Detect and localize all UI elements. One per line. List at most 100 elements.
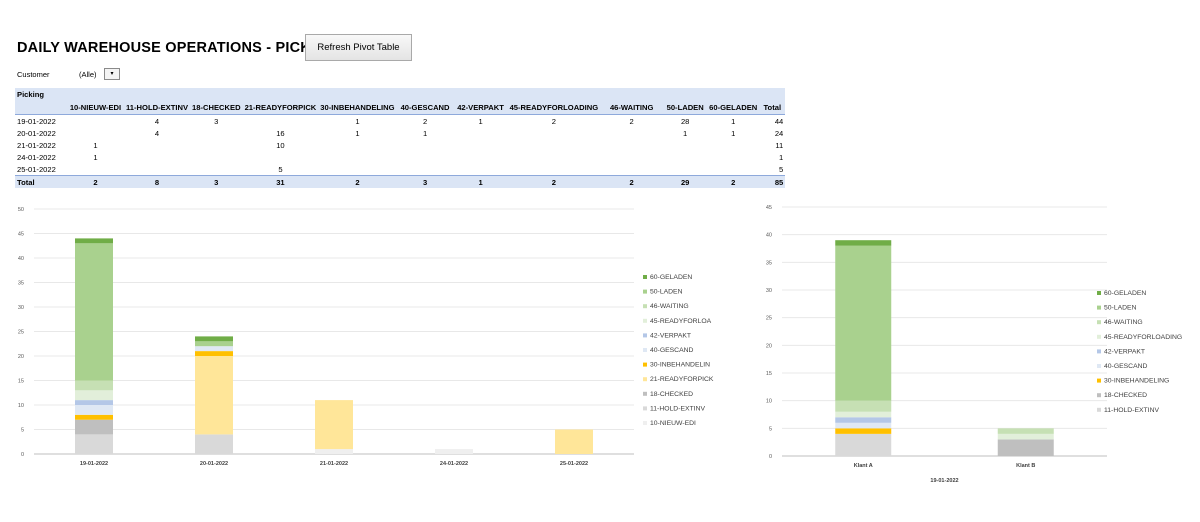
bar-segment	[835, 417, 892, 423]
y-tick-label: 30	[766, 288, 772, 294]
y-tick-label: 35	[18, 281, 24, 287]
y-tick-label: 25	[766, 316, 772, 322]
pivot-cell	[600, 139, 663, 151]
pivot-cell	[67, 127, 124, 139]
bar-segment	[835, 433, 892, 456]
x-tick-label: 19-01-2022	[80, 461, 108, 467]
pivot-cell	[454, 163, 508, 176]
legend-label: 10-NIEUW-EDI	[650, 420, 696, 427]
bar-segment	[835, 240, 892, 246]
legend-label: 46-WAITING	[1104, 319, 1143, 326]
legend-label: 45-READYFORLOA	[650, 318, 712, 325]
bar-segment	[75, 390, 113, 401]
pivot-cell	[454, 139, 508, 151]
pivot-col-header: Total	[759, 101, 786, 115]
pivot-row: 19-01-2022 4 3 1 2 1 2 2 28 1 44	[15, 115, 785, 128]
pivot-row-label: 21-01-2022	[17, 140, 56, 150]
y-tick-label: 30	[18, 305, 24, 311]
refresh-pivot-button[interactable]: Refresh Pivot Table	[305, 34, 412, 61]
y-tick-label: 10	[18, 403, 24, 409]
pivot-cell	[124, 139, 190, 151]
y-tick-label: 15	[18, 379, 24, 385]
pivot-cell	[190, 163, 243, 176]
pivot-cell	[454, 151, 508, 163]
legend-swatch	[643, 333, 647, 338]
pivot-cell: 4	[154, 116, 160, 126]
bar-segment	[75, 400, 113, 405]
pivot-cell	[600, 163, 663, 176]
pivot-cell	[397, 139, 454, 151]
pivot-cell: 2	[600, 175, 664, 188]
pivot-cell	[707, 151, 759, 163]
pivot-cell: 8	[124, 175, 191, 188]
bar-segment	[835, 400, 892, 412]
chevron-down-icon[interactable]: ▾	[104, 68, 120, 80]
bar-segment	[835, 428, 892, 434]
legend-label: 45-READYFORLOADING	[1104, 334, 1182, 341]
page-title: DAILY WAREHOUSE OPERATIONS - PICKING	[17, 40, 338, 56]
pivot-cell: 1	[93, 152, 98, 162]
bar-segment	[195, 356, 233, 435]
x-tick-label: 25-01-2022	[560, 461, 588, 467]
legend-label: 11-HOLD-EXTINV	[1104, 407, 1159, 414]
bar-segment	[195, 336, 233, 342]
x-tick-label: 21-01-2022	[320, 461, 348, 467]
bar-segment	[75, 238, 113, 244]
pivot-cell: 2	[629, 116, 634, 126]
legend-label: 30-INBEHANDELING	[1104, 378, 1169, 385]
pivot-total-row: Total 2 8 3 31 2 3 1 2 2 29 2 85	[15, 175, 786, 188]
y-tick-label: 40	[766, 233, 772, 239]
pivot-cell: 3	[396, 175, 454, 188]
bar-segment	[315, 449, 353, 454]
y-tick-label: 45	[766, 205, 772, 211]
pivot-cell: 85	[759, 175, 786, 188]
pivot-cell	[508, 139, 601, 151]
y-tick-label: 10	[766, 399, 772, 405]
pivot-cell	[397, 163, 454, 176]
pivot-cell: 1	[355, 116, 360, 126]
y-tick-label: 50	[18, 207, 24, 213]
customer-filter-value[interactable]: (Alle)	[79, 70, 97, 79]
pivot-cell: 2	[318, 175, 397, 188]
pivot-cell: 10	[276, 140, 285, 150]
pivot-table: Picking 10-NIEUW-EDI 11-HOLD-EXTINV 18-CHE…	[15, 88, 786, 188]
pivot-row-label: 25-01-2022	[17, 164, 56, 174]
legend-swatch	[1097, 393, 1101, 398]
legend-swatch	[643, 318, 647, 323]
customer-filter-label: Customer	[17, 70, 50, 79]
y-tick-label: 0	[769, 454, 772, 460]
y-tick-label: 20	[18, 354, 24, 360]
legend-label: 11-HOLD-EXTINV	[650, 405, 705, 412]
bar-segment	[75, 419, 113, 435]
bar-segment	[195, 351, 233, 356]
pivot-col-header: 50-LADEN	[663, 101, 708, 115]
y-tick-label: 20	[766, 343, 772, 349]
pivot-col-header: 46-WAITING	[600, 101, 664, 115]
bar-segment	[195, 434, 233, 454]
pivot-cell: 1	[422, 128, 428, 138]
pivot-cell: 1	[93, 140, 98, 150]
legend-swatch	[643, 275, 647, 279]
legend-label: 18-CHECKED	[650, 391, 693, 398]
pivot-cell: 16	[276, 128, 285, 138]
pivot-cell	[318, 151, 396, 163]
legend-swatch	[643, 348, 647, 352]
pivot-cell	[663, 139, 707, 151]
pivot-row: 25-01-2022 5 5	[15, 163, 785, 176]
bar-segment	[835, 422, 892, 429]
legend-swatch	[643, 406, 647, 411]
legend-swatch	[643, 421, 647, 425]
pivot-cell: 1	[779, 152, 784, 162]
pivot-cell: 29	[663, 175, 708, 188]
pivot-cell: 2	[551, 116, 556, 126]
picking-by-date-chart: 0 5 10 15 20 25 30 35 40 45 50 19-01-2022 20-01-2022…	[18, 207, 714, 467]
pivot-cell	[707, 139, 759, 151]
legend-swatch	[643, 289, 647, 294]
legend-label: 40-GESCAND	[1104, 363, 1148, 370]
bar-segment	[195, 346, 233, 352]
pivot-cell	[508, 127, 601, 139]
pivot-col-header: 11-HOLD-EXTINV	[124, 101, 191, 115]
legend-swatch	[643, 362, 647, 367]
pivot-col-header: 40-GESCAND	[396, 101, 454, 115]
pivot-cell: 1	[355, 128, 360, 138]
